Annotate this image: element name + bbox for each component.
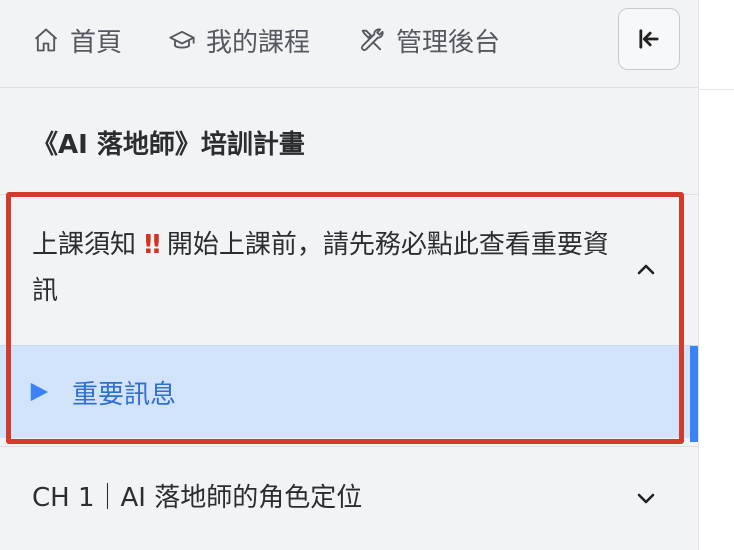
collapse-left-icon — [639, 29, 659, 49]
nav-home-label: 首頁 — [70, 27, 123, 58]
chapter-header-ch1[interactable]: CH 1｜AI 落地師的角色定位 — [0, 470, 698, 526]
lesson-item-important-message[interactable]: 重要訊息 — [0, 346, 698, 438]
nav-admin-label: 管理後台 — [396, 27, 501, 58]
chapter-title: CH 1｜AI 落地師的角色定位 — [32, 483, 363, 513]
active-lesson-indicator — [690, 346, 698, 442]
main-content-area — [698, 0, 734, 550]
chapter-title: 上課須知 ‼ 開始上課前，請先務必點此查看重要資訊 — [32, 222, 622, 314]
play-icon — [30, 382, 49, 402]
lesson-label: 重要訊息 — [72, 379, 177, 410]
home-icon — [34, 28, 58, 52]
tools-icon — [361, 28, 384, 51]
nav-admin-link[interactable]: 管理後台 — [358, 22, 500, 58]
section-divider — [0, 446, 698, 447]
collapse-sidebar-button[interactable] — [618, 8, 680, 70]
chevron-up-icon[interactable] — [634, 258, 658, 282]
double-exclamation-icon: ‼ — [144, 230, 160, 260]
nav-my-courses-label: 我的課程 — [206, 27, 311, 58]
chapter-header-course-notice[interactable]: 上課須知 ‼ 開始上課前，請先務必點此查看重要資訊 — [0, 222, 698, 346]
chapter-title-prefix: 上課須知 — [32, 230, 145, 260]
graduation-cap-icon — [169, 30, 195, 49]
main-content-header — [699, 0, 734, 90]
top-navigation: 首頁 我的課程 管理後台 — [0, 0, 698, 88]
nav-home-link[interactable]: 首頁 — [32, 22, 122, 58]
nav-my-courses-link[interactable]: 我的課程 — [168, 22, 310, 58]
page: 首頁 我的課程 管理後台 《AI 落地師》培訓計畫 上課須知 ‼ 開始上課前，請… — [0, 0, 734, 550]
course-sidebar: 首頁 我的課程 管理後台 《AI 落地師》培訓計畫 上課須知 ‼ 開始上課前，請… — [0, 0, 698, 550]
course-title: 《AI 落地師》培訓計畫 — [32, 130, 305, 160]
chevron-down-icon[interactable] — [634, 486, 658, 510]
section-divider — [0, 194, 698, 195]
